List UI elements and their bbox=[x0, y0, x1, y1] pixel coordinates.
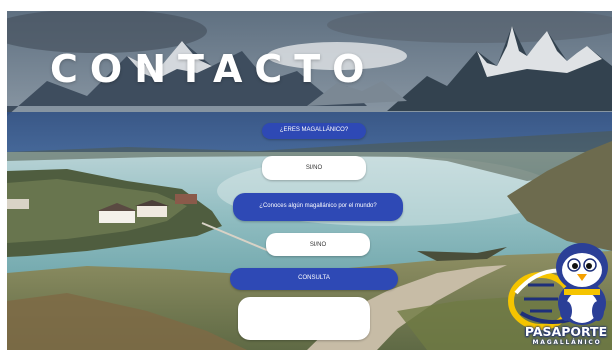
consulta-textarea[interactable] bbox=[238, 297, 370, 340]
brand-tagline: MAGALLÁNICO bbox=[532, 339, 602, 346]
penguin-mascot-icon bbox=[556, 243, 608, 325]
answer-eres-magallanico-field[interactable]: SI/NO bbox=[262, 156, 366, 180]
brand-name: PASAPORTE bbox=[524, 324, 608, 339]
answer-conoces-magallanico-field[interactable]: SI/NO bbox=[266, 233, 370, 256]
question-conoces-magallanico: ¿Conoces algún magallánico por el mundo? bbox=[233, 193, 403, 221]
question-eres-magallanico: ¿ERES MAGALLÁNICO? bbox=[262, 123, 366, 139]
contact-page: CONTACTO ¿ERES MAGALLÁNICO? SI/NO ¿Conoc… bbox=[0, 0, 612, 350]
consulta-label: CONSULTA bbox=[230, 268, 398, 290]
page-title: CONTACTO bbox=[50, 47, 377, 91]
